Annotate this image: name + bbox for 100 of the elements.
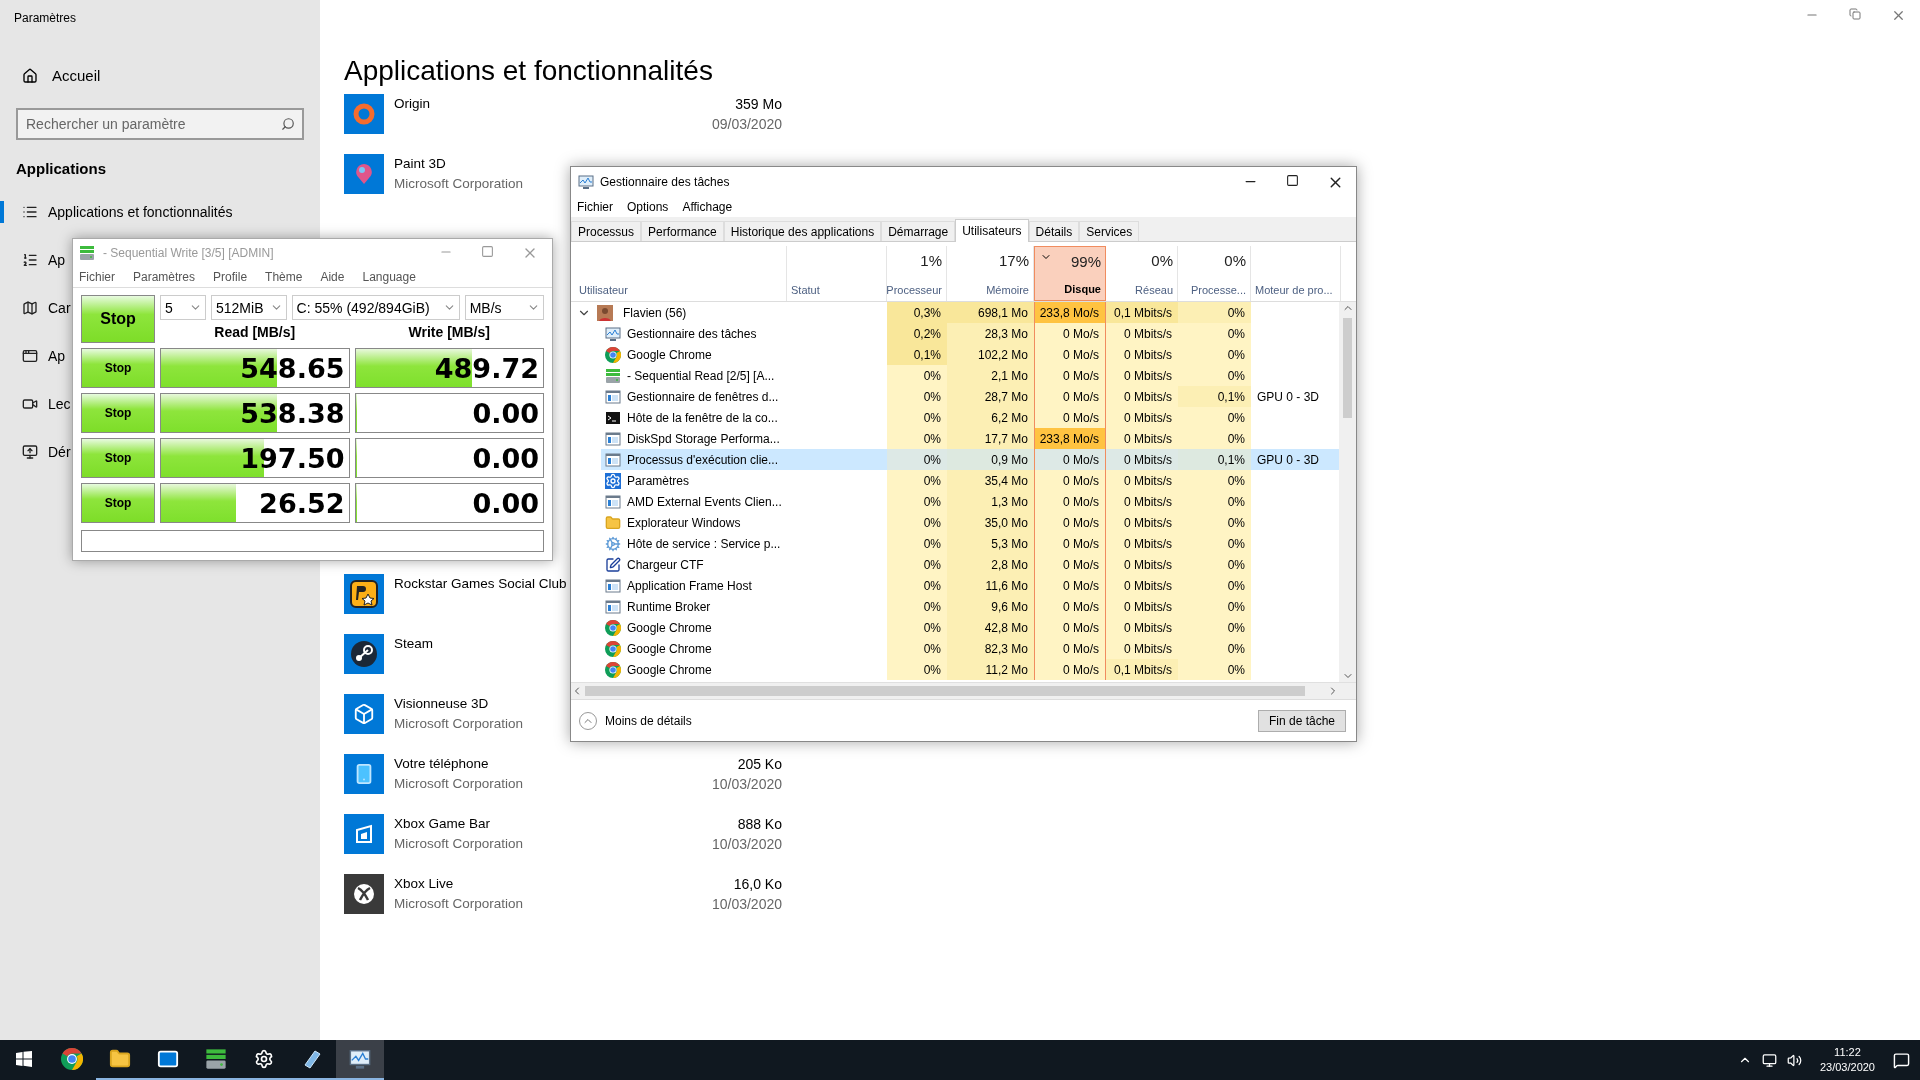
process-row[interactable]: Google Chrome 0,1% 102,2 Mo 0 Mo/s 0 Mbits/s 0% [571, 344, 1340, 365]
table-cell: 0 Mo/s [1034, 638, 1106, 659]
menu-item[interactable]: Profile [213, 270, 248, 284]
nav-item[interactable]: Car [0, 297, 71, 319]
vertical-scrollbar[interactable] [1339, 302, 1356, 682]
tab[interactable]: Démarrage [881, 221, 956, 241]
menu-item[interactable]: Fichier [577, 200, 613, 214]
process-row[interactable]: AMD External Events Clien... 0% 1,3 Mo 0 Mo/s 0 Mbits/s 0% [571, 491, 1340, 512]
table-cell: 0% [887, 407, 947, 428]
tab[interactable]: Détails [1028, 221, 1080, 241]
process-row[interactable]: Runtime Broker 0% 9,6 Mo 0 Mo/s 0 Mbits/s 0% [571, 596, 1340, 617]
scrollbar-thumb[interactable] [1343, 318, 1352, 418]
process-row[interactable]: Processus d'exécution clie... 0% 0,9 Mo 0 Mo/s 0 Mbits/s 0,1% GPU 0 - 3D [571, 449, 1340, 470]
scrollbar-thumb[interactable] [585, 686, 1305, 696]
menu-item[interactable]: Language [362, 270, 416, 284]
app-name[interactable]: Votre téléphone [394, 754, 489, 774]
column-header[interactable]: Moteur de pro... [1251, 246, 1341, 301]
tab[interactable]: Utilisateurs [955, 219, 1029, 242]
table-cell: 0% [1178, 554, 1251, 575]
dropdown[interactable]: 5 [160, 295, 206, 320]
nav-item[interactable]: Applications et fonctionnalités [0, 201, 233, 223]
app-date: 10/03/2020 [711, 775, 782, 794]
table-cell: 17,7 Mo [947, 428, 1034, 449]
tab[interactable]: Services [1079, 221, 1140, 241]
stop-all-button[interactable]: Stop [81, 295, 155, 343]
process-row[interactable]: Hôte de la fenêtre de la co... 0% 6,2 Mo 0 Mo/s 0 Mbits/s 0% [571, 407, 1340, 428]
app-name[interactable]: Paint 3D [394, 154, 446, 174]
clock[interactable]: 11:22 23/03/2020 [1819, 1045, 1875, 1075]
process-row[interactable]: Google Chrome 0% 82,3 Mo 0 Mo/s 0 Mbits/s 0% [571, 638, 1340, 659]
app-name[interactable]: Rockstar Games Social Club [394, 574, 567, 594]
end-task-button[interactable]: Fin de tâche [1257, 709, 1346, 732]
network-icon[interactable] [1761, 1052, 1777, 1068]
tab[interactable]: Performance [641, 221, 724, 241]
dropdown[interactable]: 512MiB [211, 295, 287, 320]
window-icon [605, 451, 621, 468]
table-cell: 0 Mo/s [1034, 323, 1106, 344]
result-value: 26.52 [259, 487, 345, 519]
column-header[interactable]: Utilisateur [571, 246, 787, 301]
process-row[interactable]: Explorateur Windows 0% 35,0 Mo 0 Mo/s 0 Mbits/s 0% [571, 512, 1340, 533]
search-field[interactable]: Rechercher un paramètre [16, 108, 304, 140]
dropdown[interactable]: C: 55% (492/894GiB) [291, 295, 460, 320]
process-row[interactable]: Google Chrome 0% 11,2 Mo 0 Mo/s 0,1 Mbits/s 0% [571, 659, 1340, 680]
folder-icon [605, 514, 621, 531]
result-value: 0.00 [472, 487, 539, 519]
table-cell: 0 Mbits/s [1106, 449, 1178, 470]
steam-icon [344, 634, 384, 674]
monitor-graph-icon [349, 1048, 371, 1070]
stop-button[interactable]: Stop [81, 393, 155, 433]
menu-item[interactable]: Options [627, 200, 669, 214]
home-link[interactable]: Accueil [22, 67, 101, 84]
tab[interactable]: Historique des applications [723, 221, 882, 241]
process-row[interactable]: Hôte de service : Service p... 0% 5,3 Mo 0 Mo/s 0 Mbits/s 0% [571, 533, 1340, 554]
process-row[interactable]: Paramètres 0% 35,4 Mo 0 Mo/s 0 Mbits/s 0% [571, 470, 1340, 491]
process-row[interactable]: Chargeur CTF 0% 2,8 Mo 0 Mo/s 0 Mbits/s 0% [571, 554, 1340, 575]
menu-item[interactable]: Affichage [682, 200, 733, 214]
fewer-details-link[interactable]: Moins de détails [579, 711, 692, 730]
stop-button[interactable]: Stop [81, 348, 155, 388]
column-header[interactable]: Statut [787, 246, 887, 301]
process-row[interactable]: - Sequential Read [2/5] [A... 0% 2,1 Mo 0 Mo/s 0 Mbits/s 0% [571, 365, 1340, 386]
dropdown[interactable]: MB/s [464, 295, 544, 320]
table-cell: 0 Mo/s [1034, 533, 1106, 554]
table-cell: 82,3 Mo [947, 638, 1034, 659]
monitor-graph-icon [605, 325, 621, 342]
menu-item[interactable]: Aide [320, 270, 345, 284]
process-row[interactable]: DiskSpd Storage Performa... 0% 17,7 Mo 233,8 Mo/s 0 Mbits/s 0% [571, 428, 1340, 449]
nav-item[interactable]: Ap [0, 249, 66, 271]
app-name[interactable]: Xbox Game Bar [394, 814, 491, 834]
taskbar-app[interactable] [336, 1040, 384, 1080]
window-icon [605, 430, 621, 447]
column-header[interactable]: 1% Processeur [887, 246, 947, 301]
menu-item[interactable]: Thème [265, 270, 303, 284]
app-name[interactable]: Origin [394, 94, 430, 114]
user-row[interactable]: Flavien (56) 0,3% 698,1 Mo 233,8 Mo/s 0,1 Mbits/s 0% [571, 302, 1340, 323]
maximize-icon[interactable] [1286, 173, 1299, 187]
app-name[interactable]: Steam [394, 634, 434, 654]
table-cell: 0% [1178, 596, 1251, 617]
column-header[interactable]: 99% Disque [1034, 246, 1106, 301]
nav-item[interactable]: Dér [0, 441, 71, 463]
video-icon [22, 396, 38, 412]
table-cell: 0% [1178, 302, 1251, 323]
process-row[interactable]: Google Chrome 0% 42,8 Mo 0 Mo/s 0 Mbits/s 0% [571, 617, 1340, 638]
stop-button[interactable]: Stop [81, 438, 155, 478]
nav-item[interactable]: Lec [0, 393, 71, 415]
volume-icon[interactable] [1786, 1052, 1802, 1068]
process-row[interactable]: Gestionnaire des tâches 0,2% 28,3 Mo 0 Mo/s 0 Mbits/s 0% [571, 323, 1340, 344]
process-row[interactable]: Gestionnaire de fenêtres d... 0% 28,7 Mo 0 Mo/s 0 Mbits/s 0,1% GPU 0 - 3D [571, 386, 1340, 407]
notifications-icon[interactable] [1893, 1051, 1910, 1069]
menu-item[interactable]: Paramètres [133, 270, 196, 284]
column-header[interactable]: 0% Réseau [1106, 246, 1178, 301]
column-header[interactable]: 0% Processe... [1178, 246, 1251, 301]
app-name[interactable]: Xbox Live [394, 874, 454, 894]
nav-item[interactable]: Ap [0, 345, 66, 367]
stop-button[interactable]: Stop [81, 483, 155, 523]
process-row[interactable]: Application Frame Host 0% 11,6 Mo 0 Mo/s 0 Mbits/s 0% [571, 575, 1340, 596]
tab[interactable]: Processus [571, 221, 642, 241]
menu-item[interactable]: Fichier [79, 270, 115, 284]
restore-icon[interactable] [1849, 8, 1861, 20]
comment-field[interactable] [81, 530, 544, 552]
horizontal-scrollbar[interactable] [571, 682, 1356, 699]
app-name[interactable]: Visionneuse 3D [394, 694, 489, 714]
